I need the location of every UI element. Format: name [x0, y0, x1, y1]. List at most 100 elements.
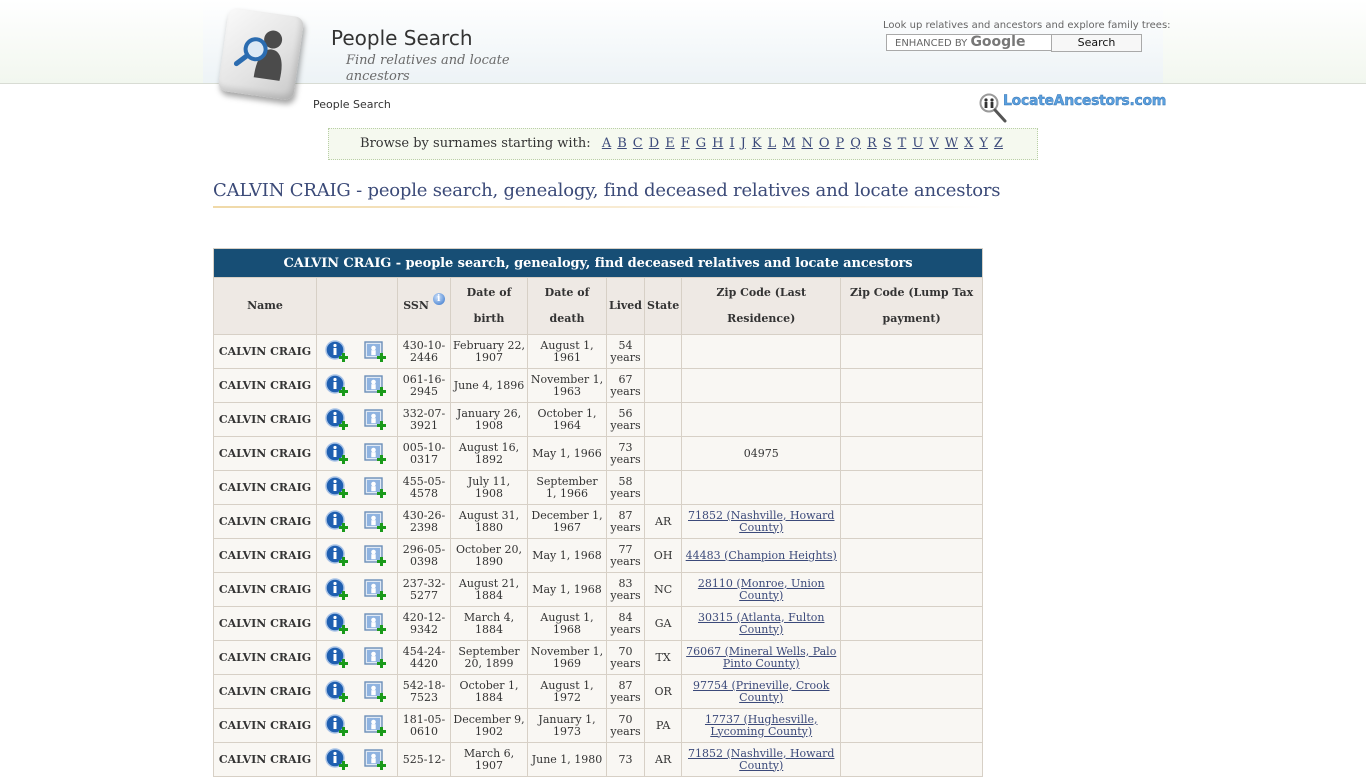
person-name: CALVIN CRAIG [213, 368, 317, 403]
add-photo-icon[interactable] [363, 476, 389, 500]
add-photo-icon[interactable] [363, 714, 389, 738]
zip-last-residence: 30315 (Atlanta, Fulton County) [681, 606, 842, 641]
info-add-icon[interactable] [325, 679, 351, 704]
state [643, 368, 683, 403]
zip-link[interactable]: 17737 (Hughesville, Lycoming County) [705, 713, 818, 738]
letter-link-n[interactable]: N [801, 136, 812, 151]
letter-link-b[interactable]: B [617, 136, 627, 151]
letter-link-z[interactable]: Z [994, 136, 1003, 151]
ssn: 005-10-0317 [397, 436, 451, 471]
ssn: 455-05-4578 [397, 470, 451, 505]
table-body: CALVIN CRAIG 430-10-2446 February 22, 1907… [213, 334, 983, 777]
row-actions [316, 538, 398, 573]
search-button[interactable]: Search [1051, 34, 1142, 52]
letter-link-f[interactable]: F [681, 136, 690, 151]
table-row: CALVIN CRAIG 454-24-4420 September 20, 189… [213, 640, 983, 675]
info-add-icon[interactable] [325, 713, 351, 738]
date-of-death: August 1, 1968 [527, 606, 607, 641]
letter-link-d[interactable]: D [649, 136, 659, 151]
add-photo-icon[interactable] [363, 578, 389, 602]
lived: 56 years [606, 402, 645, 437]
col-dod: Date of death [527, 277, 607, 335]
site-logo[interactable] [217, 7, 305, 101]
browse-surnames-bar: Browse by surnames starting with: ABCDEF… [328, 128, 1038, 160]
letter-link-r[interactable]: R [867, 136, 877, 151]
site-title[interactable]: People Search [331, 26, 473, 50]
letter-link-e[interactable]: E [665, 136, 675, 151]
zip-link[interactable]: 44483 (Champion Heights) [686, 549, 837, 562]
add-photo-icon[interactable] [363, 680, 389, 704]
letter-link-x[interactable]: X [964, 136, 973, 151]
zip-link[interactable]: 76067 (Mineral Wells, Palo Pinto County) [686, 645, 836, 670]
info-add-icon[interactable] [325, 373, 351, 398]
info-add-icon[interactable] [325, 577, 351, 602]
info-add-icon[interactable] [325, 339, 351, 364]
info-add-icon[interactable] [325, 407, 351, 432]
letter-link-i[interactable]: I [729, 136, 734, 151]
add-photo-icon[interactable] [363, 340, 389, 364]
add-photo-icon[interactable] [363, 544, 389, 568]
zip-lump-tax [840, 538, 983, 573]
person-name: CALVIN CRAIG [213, 470, 317, 505]
breadcrumb[interactable]: People Search [313, 98, 391, 111]
letter-link-u[interactable]: U [912, 136, 923, 151]
search-input[interactable]: ENHANCED BY Google [886, 34, 1054, 51]
info-add-icon[interactable] [325, 509, 351, 534]
date-of-birth: December 9, 1902 [450, 708, 528, 743]
letter-link-h[interactable]: H [712, 136, 723, 151]
ssn: 237-32-5277 [397, 572, 451, 607]
zip-link[interactable]: 97754 (Prineville, Crook County) [693, 679, 829, 704]
table-row: CALVIN CRAIG 332-07-3921 January 26, 1908 O… [213, 402, 983, 437]
add-photo-icon[interactable] [363, 646, 389, 670]
letter-link-t[interactable]: T [898, 136, 907, 151]
info-add-icon[interactable] [325, 611, 351, 636]
add-photo-icon[interactable] [363, 612, 389, 636]
info-add-icon[interactable] [325, 475, 351, 500]
lived: 87 years [606, 674, 645, 709]
state: TX [643, 640, 683, 675]
ssn: 332-07-3921 [397, 402, 451, 437]
lived: 77 years [606, 538, 645, 573]
letter-link-y[interactable]: Y [979, 136, 988, 151]
ssn: 420-12-9342 [397, 606, 451, 641]
row-actions [316, 572, 398, 607]
zip-text: 04975 [743, 446, 779, 460]
col-state: State [643, 277, 683, 335]
ssn-info-icon[interactable]: i [432, 293, 445, 305]
letter-link-w[interactable]: W [945, 136, 958, 151]
letter-links: ABCDEFGHIJKLMNOPQRSTUVWXYZ [599, 136, 1006, 151]
zip-link[interactable]: 30315 (Atlanta, Fulton County) [698, 611, 824, 636]
zip-lump-tax [840, 436, 983, 471]
state: PA [643, 708, 683, 743]
letter-link-c[interactable]: C [633, 136, 643, 151]
zip-link[interactable]: 28110 (Monroe, Union County) [698, 577, 825, 602]
date-of-birth: September 20, 1899 [450, 640, 528, 675]
letter-link-o[interactable]: O [819, 136, 830, 151]
add-photo-icon[interactable] [363, 442, 389, 466]
add-photo-icon[interactable] [363, 374, 389, 398]
info-add-icon[interactable] [325, 645, 351, 670]
info-add-icon[interactable] [325, 441, 351, 466]
add-photo-icon[interactable] [363, 510, 389, 534]
letter-link-s[interactable]: S [883, 136, 892, 151]
letter-link-k[interactable]: K [752, 136, 762, 151]
letter-link-l[interactable]: L [768, 136, 777, 151]
table-row: CALVIN CRAIG 420-12-9342 March 4, 1884 Augu… [213, 606, 983, 641]
letter-link-g[interactable]: G [696, 136, 706, 151]
add-photo-icon[interactable] [363, 408, 389, 432]
zip-link[interactable]: 71852 (Nashville, Howard County) [688, 509, 834, 534]
letter-link-m[interactable]: M [782, 136, 795, 151]
col-zip-last: Zip Code (Last Residence) [681, 277, 842, 335]
ssn: 296-05-0398 [397, 538, 451, 573]
date-of-birth: August 16, 1892 [450, 436, 528, 471]
ssn: 181-05-0610 [397, 708, 451, 743]
letter-link-p[interactable]: P [836, 136, 845, 151]
info-add-icon[interactable] [325, 543, 351, 568]
zip-lump-tax [840, 368, 983, 403]
state: AR [643, 742, 683, 777]
letter-link-a[interactable]: A [602, 136, 611, 151]
letter-link-q[interactable]: Q [850, 136, 861, 151]
letter-link-v[interactable]: V [929, 136, 938, 151]
lived: 70 years [606, 640, 645, 675]
letter-link-j[interactable]: J [741, 136, 746, 151]
